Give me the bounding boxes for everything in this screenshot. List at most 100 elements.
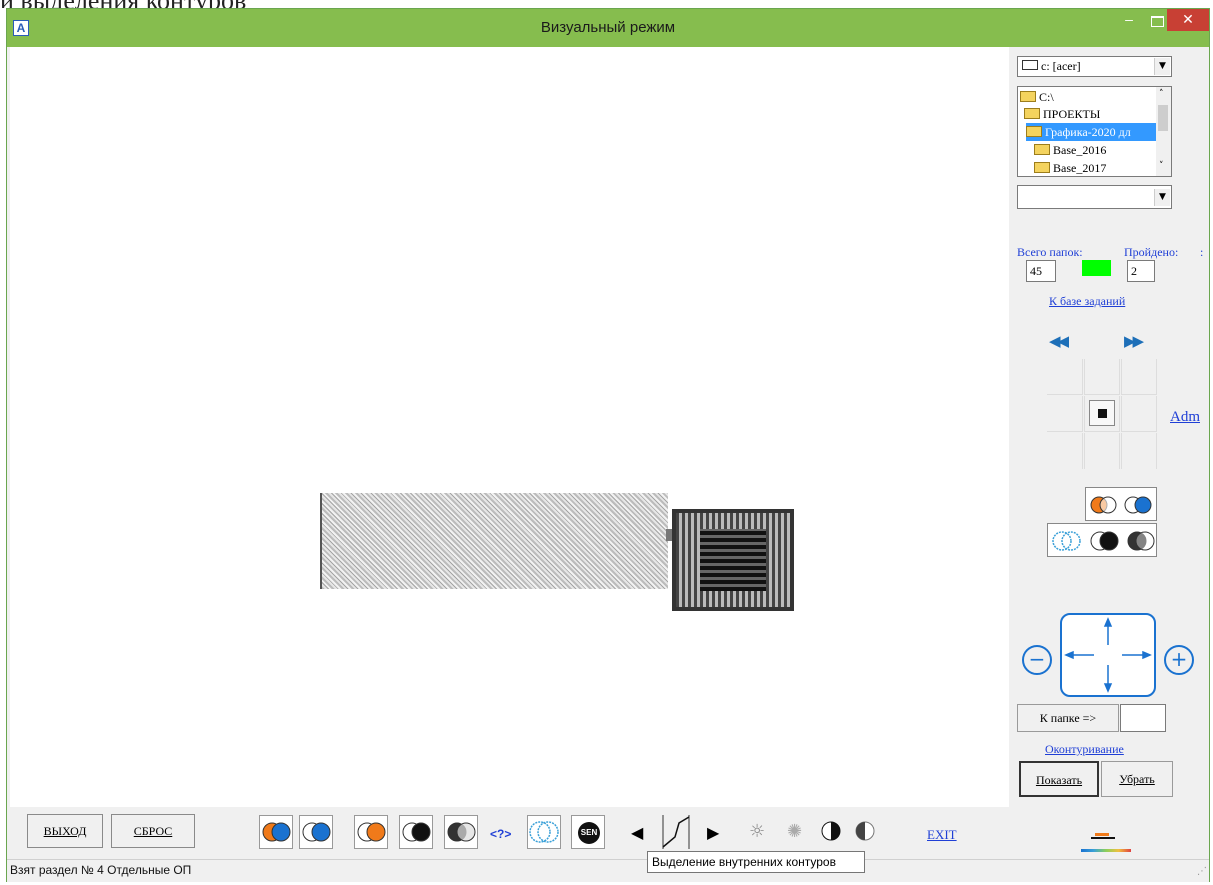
folder-tree[interactable]: C:\ ПРОЕКТЫ Графика-2020 дл Base_2016 Ba…: [1017, 86, 1172, 177]
chevron-down-icon[interactable]: ▼: [1154, 58, 1170, 75]
grid-cell[interactable]: [1121, 359, 1157, 395]
scanned-object-body: [320, 493, 668, 589]
hide-button[interactable]: Убрать: [1101, 761, 1173, 797]
position-grid: [1047, 359, 1157, 471]
overlay-orange-icon: [357, 822, 386, 842]
show-button[interactable]: Показать: [1019, 761, 1099, 797]
overlay-orange-icon[interactable]: [1090, 495, 1118, 520]
overlay-blue-icon[interactable]: [1124, 495, 1154, 520]
brightness-down-icon[interactable]: ✺: [787, 821, 802, 842]
maximize-icon: [1150, 16, 1164, 27]
folder-item[interactable]: Base_2017: [1034, 159, 1158, 177]
curve-icon[interactable]: [659, 813, 695, 851]
folder-item-selected[interactable]: Графика-2020 дл: [1026, 123, 1158, 141]
zoom-out-button[interactable]: −: [1022, 645, 1052, 675]
stop-icon: [1098, 409, 1107, 418]
tooltip: Выделение внутренних контуров: [647, 851, 865, 873]
center-button[interactable]: [1089, 400, 1115, 426]
overlay-black-button[interactable]: [399, 815, 433, 849]
scanned-object-head: [672, 509, 794, 611]
overlay-mode-group-bottom: [1047, 523, 1157, 557]
folder-open-icon: [1020, 91, 1036, 102]
passed-value: 2: [1127, 260, 1155, 282]
chevron-down-icon[interactable]: ▼: [1154, 189, 1170, 206]
grid-cell[interactable]: [1084, 433, 1120, 469]
file-select[interactable]: ▼: [1017, 185, 1172, 209]
cropped-document-text: и выделения контуров: [0, 0, 330, 8]
stripes-button[interactable]: [527, 815, 561, 849]
status-text: Взят раздел № 4 Отдельные ОП: [10, 863, 192, 877]
folder-icon: [1034, 144, 1050, 155]
pan-down-arrow-icon[interactable]: [1102, 661, 1114, 695]
grid-cell[interactable]: [1121, 396, 1157, 432]
overlay-blue-button[interactable]: [299, 815, 333, 849]
grid-cell[interactable]: [1047, 433, 1083, 469]
next-folder-button[interactable]: ▶▶: [1124, 332, 1144, 350]
passed-suffix: :: [1200, 245, 1204, 259]
sen-icon: SEN: [578, 822, 600, 844]
status-indicator: [1082, 260, 1111, 276]
overlay-orange-blue-button[interactable]: [259, 815, 293, 849]
image-canvas[interactable]: [10, 47, 1009, 807]
tree-scrollbar[interactable]: ˄ ˅: [1156, 87, 1171, 176]
admin-link[interactable]: Adm: [1170, 409, 1200, 426]
grid-cell[interactable]: [1047, 359, 1083, 395]
pan-control: [1060, 613, 1156, 697]
pan-right-arrow-icon[interactable]: [1120, 649, 1154, 661]
folder-item[interactable]: ПРОЕКТЫ: [1024, 105, 1158, 123]
scroll-down-icon[interactable]: ˅: [1159, 161, 1164, 171]
folder-item[interactable]: Base_2016: [1034, 141, 1158, 159]
overlay-half-icon[interactable]: [1126, 530, 1156, 557]
overlay-orange-blue-icon: [262, 822, 291, 842]
contrast-icon[interactable]: [821, 821, 841, 846]
overlay-mode-group-top: [1085, 487, 1157, 521]
stripes-overlay-icon[interactable]: [1051, 530, 1083, 557]
overlay-orange-button[interactable]: [354, 815, 388, 849]
prev-folder-button[interactable]: ◀◀: [1049, 332, 1069, 350]
overlay-gray-button[interactable]: [444, 815, 478, 849]
folder-icon: [1034, 162, 1050, 173]
minimize-button[interactable]: –: [1115, 9, 1143, 31]
close-button[interactable]: ✕: [1167, 9, 1209, 31]
grid-cell[interactable]: [1121, 433, 1157, 469]
total-folders-value: 45: [1026, 260, 1056, 282]
scroll-up-icon[interactable]: ˄: [1159, 89, 1164, 99]
stripes-overlay-icon: [529, 821, 559, 843]
folder-item[interactable]: C:\: [1020, 88, 1158, 106]
overlay-gray-icon: [447, 822, 476, 842]
exit-link[interactable]: EXIT: [927, 827, 957, 843]
brightness-up-icon[interactable]: ☼: [749, 821, 765, 842]
contrast-low-icon[interactable]: [855, 821, 875, 846]
overlay-black-white-icon[interactable]: [1090, 530, 1120, 557]
threshold-increase-button[interactable]: ▶: [707, 823, 719, 842]
zoom-in-button[interactable]: +: [1164, 645, 1194, 675]
grid-cell[interactable]: [1047, 396, 1083, 432]
drive-icon: [1022, 60, 1038, 70]
drive-value: c: [acer]: [1041, 59, 1081, 73]
app-window: A Визуальный режим – ✕ c: [acer] ▼ C:\ П…: [6, 8, 1210, 882]
grid-cell[interactable]: [1084, 359, 1120, 395]
scroll-thumb[interactable]: [1158, 105, 1168, 131]
pan-left-arrow-icon[interactable]: [1062, 649, 1096, 661]
task-base-link[interactable]: К базе заданий: [1049, 294, 1125, 309]
folder-number-input[interactable]: [1120, 704, 1166, 732]
drive-select[interactable]: c: [acer] ▼: [1017, 56, 1172, 77]
threshold-decrease-button[interactable]: ◀: [631, 823, 643, 842]
contouring-link[interactable]: Оконтуривание: [1045, 742, 1124, 757]
total-folders-label: Всего папок:: [1017, 245, 1083, 259]
scanned-object-core: [700, 529, 766, 591]
sen-button[interactable]: SEN: [571, 815, 605, 849]
folder-open-icon: [1026, 126, 1042, 137]
pan-up-arrow-icon[interactable]: [1102, 615, 1114, 649]
overlay-black-icon: [402, 822, 431, 842]
color-palette-icon: [1081, 833, 1131, 853]
help-button[interactable]: <?>: [490, 827, 511, 841]
reset-button[interactable]: СБРОС: [111, 814, 195, 848]
overlay-blue-icon: [302, 822, 331, 842]
folder-open-icon: [1024, 108, 1040, 119]
exit-button[interactable]: ВЫХОД: [27, 814, 103, 848]
window-title: Визуальный режим: [540, 19, 676, 36]
go-to-folder-button[interactable]: К папке =>: [1017, 704, 1119, 732]
grid-cell-center[interactable]: [1084, 396, 1120, 432]
resize-grip-icon[interactable]: ⋰: [1197, 866, 1207, 877]
